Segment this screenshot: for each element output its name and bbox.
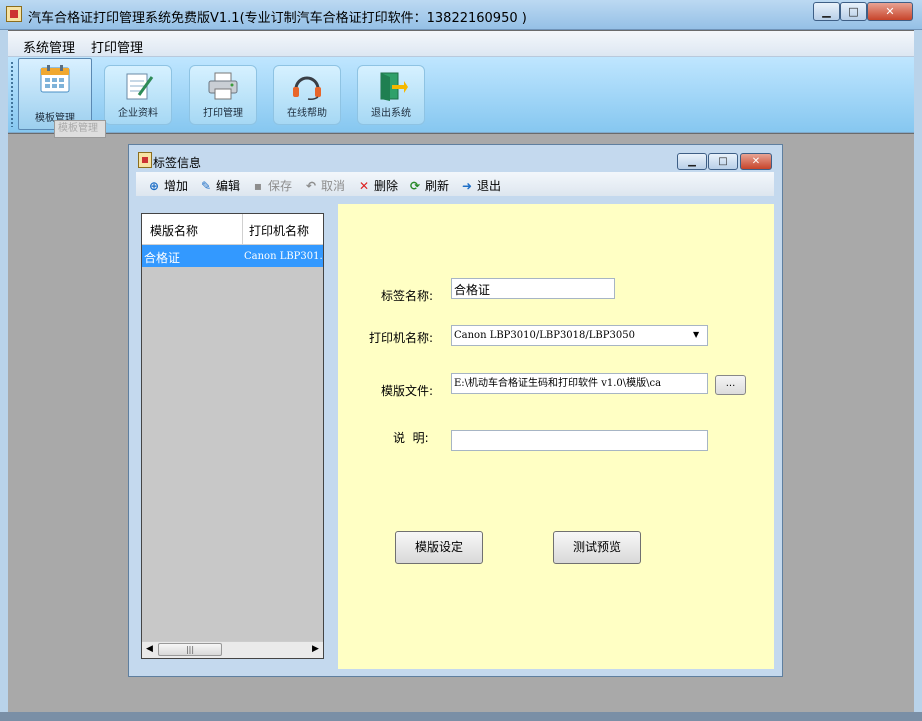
window-frame-right: [914, 30, 922, 721]
edit-label: 编辑: [216, 179, 241, 193]
exit-button[interactable]: ➜ 退出: [459, 177, 501, 194]
label-name-label: 标签名称:: [381, 289, 434, 303]
undo-icon: ↶: [305, 179, 317, 193]
main-toolbar: 模板管理 企业资料 打印管理 在线帮助 退出系统: [8, 57, 914, 133]
menu-system[interactable]: 系统管理: [23, 37, 75, 56]
toolbar-company-button[interactable]: 企业资料: [104, 65, 172, 125]
toolbar-print-button[interactable]: 打印管理: [189, 65, 257, 125]
child-close-button[interactable]: ✕: [740, 153, 772, 170]
printer-icon: [208, 72, 238, 100]
toolbar-exit-label: 退出系统: [371, 108, 411, 119]
toolbar-exit-button[interactable]: 退出系统: [357, 65, 425, 125]
template-file-input[interactable]: E:\机动车合格证生码和打印软件 v1.0\模版\ca: [451, 373, 708, 394]
scroll-right-icon[interactable]: ▶: [312, 644, 319, 654]
toolbar-grip-handle[interactable]: [10, 61, 14, 127]
maximize-button[interactable]: □: [840, 2, 867, 21]
cancel-label: 取消: [321, 179, 346, 193]
refresh-button[interactable]: ⟳ 刷新: [407, 177, 449, 194]
toolbar-help-label: 在线帮助: [287, 108, 327, 119]
cancel-button[interactable]: ↶ 取消: [303, 177, 345, 194]
child-window-icon: [138, 152, 152, 168]
printer-select[interactable]: Canon LBP3010/LBP3018/LBP3050: [451, 325, 708, 346]
test-preview-button[interactable]: 测试预览: [553, 531, 641, 564]
child-minimize-button[interactable]: ▁: [677, 153, 707, 170]
scrollbar-thumb[interactable]: |||: [158, 643, 222, 656]
column-divider[interactable]: [242, 214, 243, 245]
menu-bar: 系统管理 打印管理: [8, 31, 914, 57]
add-label: 增加: [164, 179, 189, 193]
template-list[interactable]: [141, 213, 324, 659]
window-frame-bottom: [0, 712, 922, 721]
window-title: 汽车合格证打印管理系统免费版V1.1(专业订制汽车合格证打印软件：1382216…: [28, 11, 527, 26]
calendar-icon: [40, 65, 70, 93]
headset-icon: [293, 76, 321, 100]
toolbar-tooltip: 模板管理: [54, 120, 106, 138]
row-template-cell[interactable]: 合格证: [144, 249, 180, 266]
toolbar-company-label: 企业资料: [118, 108, 158, 119]
column-header-template[interactable]: 模版名称: [150, 222, 198, 239]
refresh-label: 刷新: [425, 179, 450, 193]
template-file-label: 模版文件:: [381, 384, 434, 398]
minimize-button[interactable]: ▁: [813, 2, 840, 21]
toolbar-help-button[interactable]: 在线帮助: [273, 65, 341, 125]
description-label: 说 明:: [393, 431, 429, 445]
delete-button[interactable]: ✕ 删除: [356, 177, 398, 194]
exit-label: 退出: [477, 179, 502, 193]
save-label: 保存: [268, 179, 293, 193]
template-settings-button[interactable]: 模版设定: [395, 531, 483, 564]
toolbar-print-label: 打印管理: [203, 108, 243, 119]
menu-print[interactable]: 打印管理: [91, 37, 143, 56]
child-window-title: 标签信息: [153, 156, 202, 170]
app-icon: [6, 6, 22, 22]
delete-label: 删除: [374, 179, 399, 193]
window-frame-left: [0, 30, 8, 721]
exit-icon: ➜: [461, 179, 473, 193]
printer-name-label: 打印机名称:: [369, 331, 434, 345]
delete-icon: ✕: [358, 179, 370, 193]
description-input[interactable]: [451, 430, 708, 451]
refresh-icon: ⟳: [409, 179, 421, 193]
row-printer-cell[interactable]: Canon LBP301...: [244, 251, 322, 262]
edit-button[interactable]: ✎ 编辑: [198, 177, 240, 194]
close-button[interactable]: ✕: [867, 2, 913, 21]
child-maximize-button[interactable]: □: [708, 153, 738, 170]
chevron-down-icon[interactable]: ▼: [693, 330, 699, 339]
label-name-input[interactable]: 合格证: [451, 278, 615, 299]
add-icon: ⊕: [148, 179, 160, 193]
browse-button[interactable]: ...: [715, 375, 746, 395]
add-button[interactable]: ⊕ 增加: [146, 177, 188, 194]
edit-icon: ✎: [200, 179, 212, 193]
save-icon: ▪: [253, 179, 263, 193]
save-button[interactable]: ▪ 保存: [250, 177, 292, 194]
notepad-icon: [126, 73, 154, 100]
exit-door-icon: [380, 72, 408, 101]
scroll-left-icon[interactable]: ◀: [146, 644, 153, 654]
column-header-printer[interactable]: 打印机名称: [249, 222, 309, 239]
